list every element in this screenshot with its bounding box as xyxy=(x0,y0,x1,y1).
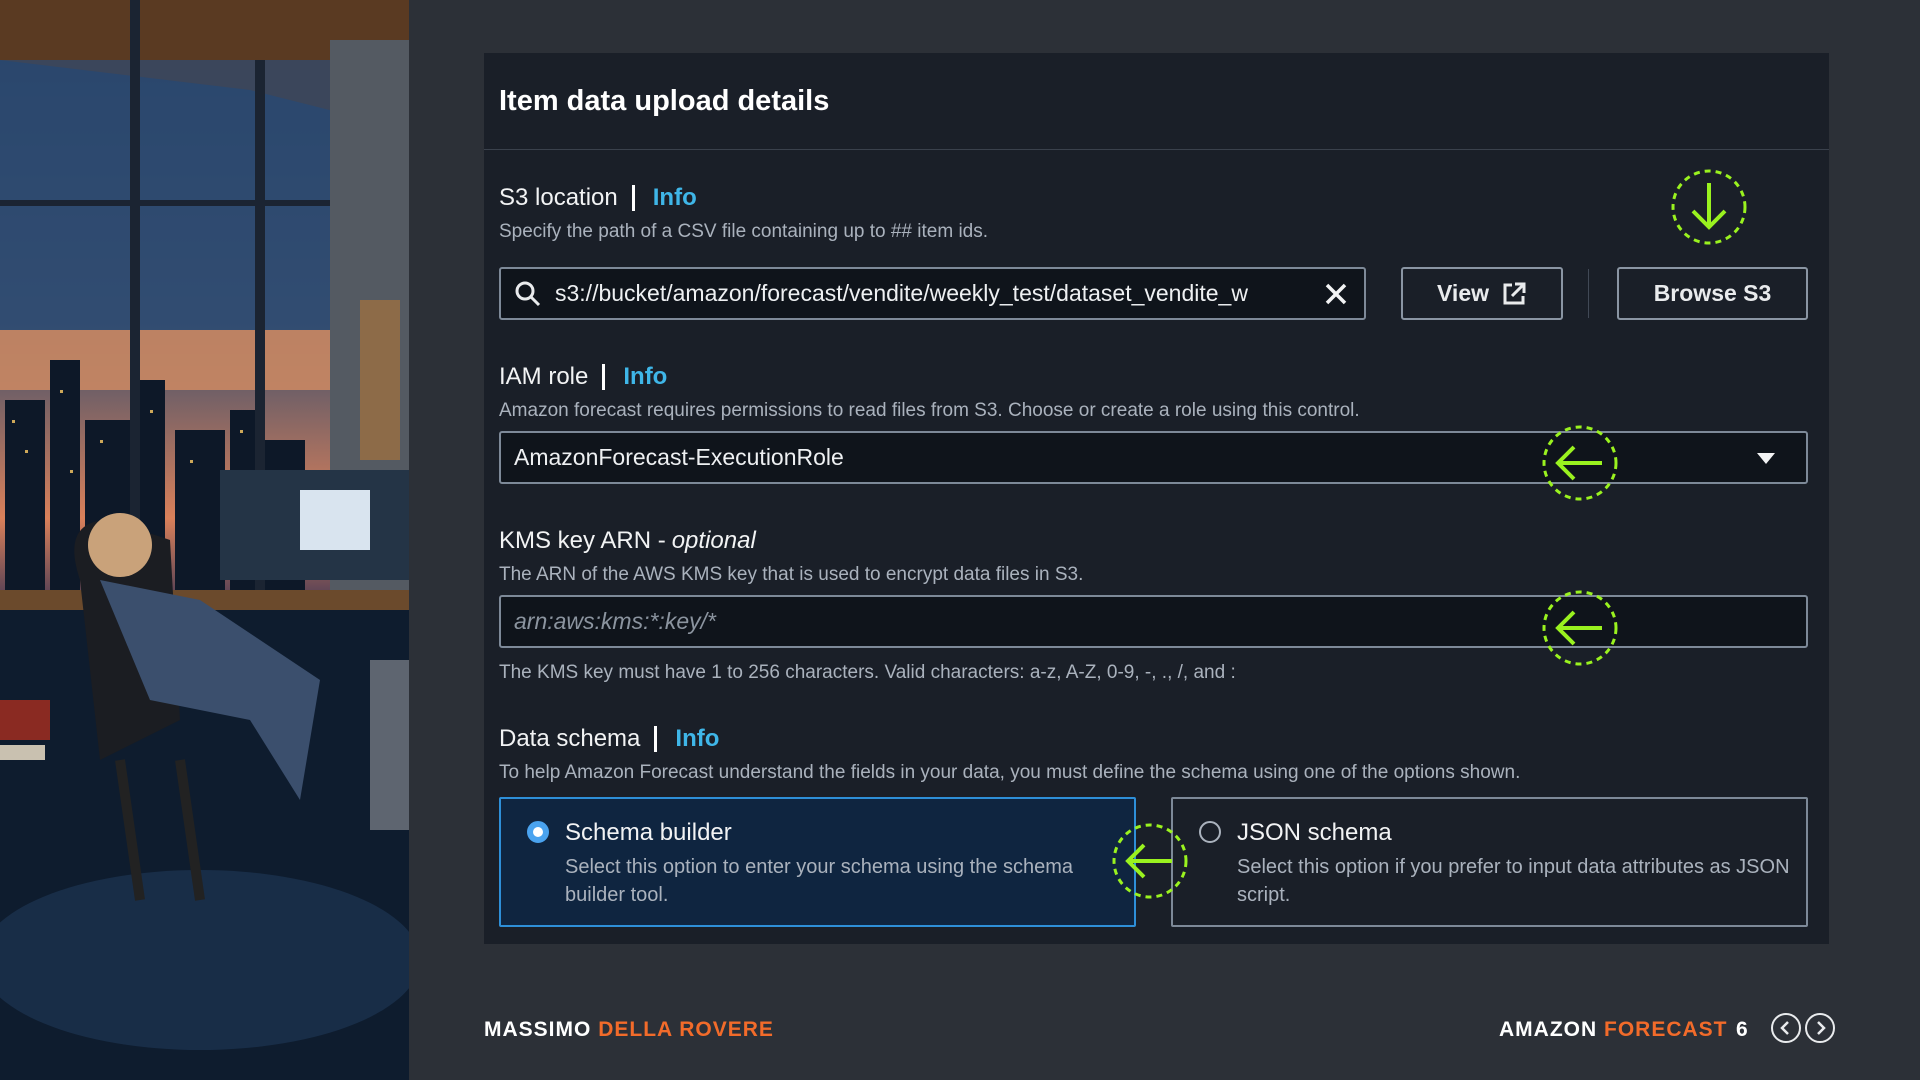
caret-down-icon xyxy=(1754,446,1778,470)
radio-selected[interactable] xyxy=(527,821,549,843)
s3-description: Specify the path of a CSV file containin… xyxy=(499,221,989,242)
office-photo xyxy=(0,0,409,1080)
down-arrow-marker-icon xyxy=(1671,169,1747,245)
label-divider xyxy=(654,726,658,752)
data-schema-label: Data schema Info xyxy=(499,725,719,753)
option-title: JSON schema xyxy=(1237,819,1392,846)
s3-path-input[interactable]: s3://bucket/amazon/forecast/vendite/week… xyxy=(499,267,1366,320)
product-first: AMAZON xyxy=(1499,1018,1598,1041)
button-separator xyxy=(1588,269,1589,318)
upload-details-card: Item data upload details S3 location Inf… xyxy=(484,53,1829,944)
kms-constraint-text: The KMS key must have 1 to 256 character… xyxy=(499,662,1236,683)
s3-label-text: S3 location xyxy=(499,184,618,211)
chevron-left-icon xyxy=(1780,1021,1789,1035)
s3-location-label: S3 location Info xyxy=(499,184,697,212)
kms-placeholder: arn:aws:kms:*:key/* xyxy=(514,608,716,634)
browse-s3-label: Browse S3 xyxy=(1653,280,1772,306)
iam-role-label: IAM role Info xyxy=(499,363,667,391)
option-description: Select this option if you prefer to inpu… xyxy=(1237,856,1790,906)
left-arrow-marker-icon xyxy=(1112,823,1188,899)
search-icon xyxy=(513,279,543,309)
json-schema-option[interactable]: JSON schema Select this option if you pr… xyxy=(1171,797,1808,927)
radio-unselected[interactable] xyxy=(1199,821,1221,843)
author-first-name: MASSIMO xyxy=(484,1018,592,1041)
schema-label-text: Data schema xyxy=(499,725,641,752)
view-button-label: View xyxy=(1437,280,1489,306)
kms-label-text: KMS key ARN - xyxy=(499,527,666,554)
label-divider xyxy=(631,185,635,211)
footer-author: MASSIMO DELLA ROVERE xyxy=(484,1018,774,1042)
footer-product: AMAZON FORECAST xyxy=(1499,1018,1728,1042)
s3-path-value: s3://bucket/amazon/forecast/vendite/week… xyxy=(555,280,1248,306)
option-description: Select this option to enter your schema … xyxy=(565,856,1074,906)
chevron-right-icon xyxy=(1817,1021,1826,1035)
view-button[interactable]: View xyxy=(1401,267,1563,320)
card-header: Item data upload details xyxy=(484,53,1829,150)
iam-info-link[interactable]: Info xyxy=(623,363,667,391)
office-illustration xyxy=(0,0,409,1080)
external-link-icon xyxy=(1501,281,1527,307)
kms-key-label: KMS key ARN - optional xyxy=(499,527,756,555)
s3-info-link[interactable]: Info xyxy=(653,184,697,212)
browse-s3-button[interactable]: Browse S3 xyxy=(1617,267,1808,320)
left-arrow-marker-icon xyxy=(1542,425,1618,501)
next-page-button[interactable] xyxy=(1805,1013,1835,1043)
card-title: Item data upload details xyxy=(499,84,830,117)
kms-description: The ARN of the AWS KMS key that is used … xyxy=(499,564,1084,585)
iam-description: Amazon forecast requires permissions to … xyxy=(499,400,1360,421)
iam-label-text: IAM role xyxy=(499,363,589,390)
optional-tag: optional xyxy=(671,527,756,554)
schema-info-link[interactable]: Info xyxy=(675,725,719,753)
clear-icon[interactable] xyxy=(1321,279,1351,309)
left-arrow-marker-icon xyxy=(1542,590,1618,666)
schema-builder-option[interactable]: Schema builder Select this option to ent… xyxy=(499,797,1136,927)
author-last-name: DELLA ROVERE xyxy=(598,1018,774,1041)
prev-page-button[interactable] xyxy=(1771,1013,1801,1043)
page-number: 6 xyxy=(1736,1018,1748,1041)
product-last: FORECAST xyxy=(1604,1018,1728,1041)
option-title: Schema builder xyxy=(565,819,732,846)
schema-description: To help Amazon Forecast understand the f… xyxy=(499,762,1521,783)
label-divider xyxy=(602,364,606,390)
